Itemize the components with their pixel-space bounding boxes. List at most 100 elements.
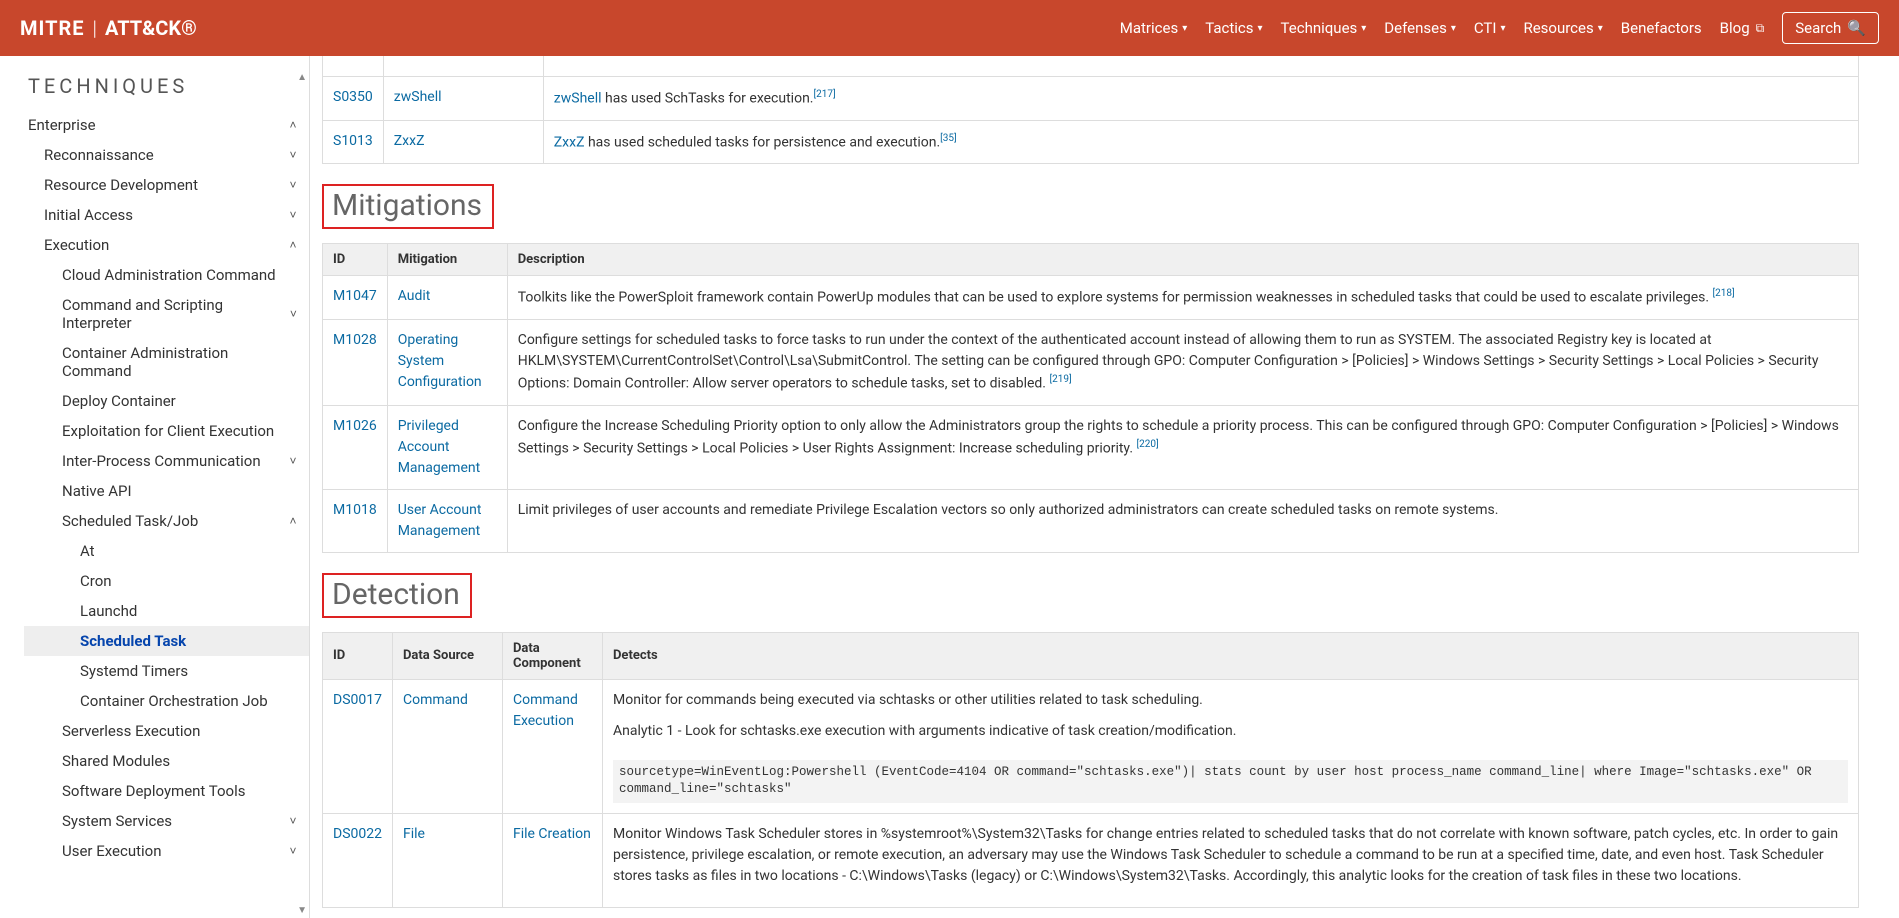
- ref-link[interactable]: [219]: [1049, 374, 1071, 385]
- col-source: Data Source: [392, 632, 502, 679]
- chevron-down-icon[interactable]: ˅: [286, 307, 301, 321]
- desc-text: Configure settings for scheduled tasks t…: [518, 332, 1819, 392]
- tree-item-initial-access[interactable]: Initial Access˅: [24, 200, 309, 230]
- tree-label: Cloud Administration Command: [62, 266, 276, 284]
- tree-item-execution[interactable]: Execution˄: [24, 230, 309, 260]
- tree-item-cron[interactable]: Cron: [24, 566, 309, 596]
- tree-label: Reconnaissance: [44, 146, 154, 164]
- chevron-down-icon: ▾: [1598, 23, 1603, 34]
- table-row: DS0022 File File Creation Monitor Windows T…: [323, 813, 1859, 907]
- nav-techniques[interactable]: Techniques▾: [1281, 19, 1367, 37]
- nav-defenses[interactable]: Defenses▾: [1384, 19, 1456, 37]
- logo[interactable]: MITRE | ATT&CK®: [20, 16, 197, 40]
- name-link[interactable]: User Account Management: [398, 502, 482, 539]
- tree-item-command-and-scripting-interpreter[interactable]: Command and Scripting Interpreter˅: [24, 290, 309, 338]
- tree-item-scheduled-task-job[interactable]: Scheduled Task/Job ˄: [24, 506, 309, 536]
- mitigations-heading: Mitigations: [322, 184, 1859, 229]
- scroll-up-icon[interactable]: ▲: [297, 72, 307, 83]
- tree-label: Scheduled Task: [80, 632, 186, 650]
- tree-item-user-execution[interactable]: User Execution˅: [24, 836, 309, 866]
- tree-label: Scheduled Task/Job: [62, 512, 198, 530]
- detect-p1: Monitor Windows Task Scheduler stores in…: [613, 824, 1848, 887]
- id-link[interactable]: M1018: [333, 502, 377, 518]
- col-component: Data Component: [502, 632, 602, 679]
- tree-label: Container Administration Command: [62, 344, 301, 380]
- ref-link[interactable]: [217]: [814, 89, 836, 100]
- tree-item-resource-development[interactable]: Resource Development ˅: [24, 170, 309, 200]
- name-link[interactable]: zwShell: [394, 89, 442, 105]
- chevron-up-icon[interactable]: ˄: [285, 118, 301, 132]
- id-link[interactable]: DS0017: [333, 692, 382, 708]
- tree-item-cloud-administration-command[interactable]: Cloud Administration Command: [24, 260, 309, 290]
- detect-p2: Analytic 1 - Look for schtasks.exe execu…: [613, 721, 1848, 742]
- name-link[interactable]: ZxxZ: [394, 133, 425, 149]
- tree-item-native-api[interactable]: Native API: [24, 476, 309, 506]
- name-link[interactable]: Privileged Account Management: [398, 418, 480, 476]
- tree-item-launchd[interactable]: Launchd: [24, 596, 309, 626]
- source-link[interactable]: Command: [403, 692, 468, 708]
- tree-item-shared-modules[interactable]: Shared Modules: [24, 746, 309, 776]
- tree-label: Container Orchestration Job: [80, 692, 268, 710]
- tree-item-at[interactable]: At: [24, 536, 309, 566]
- chevron-down-icon: ▾: [1500, 23, 1505, 34]
- id-link[interactable]: M1028: [333, 332, 377, 348]
- tree-item-scheduled-task[interactable]: Scheduled Task: [24, 626, 309, 656]
- id-link[interactable]: M1026: [333, 418, 377, 434]
- scroll-down-icon[interactable]: ▼: [297, 905, 307, 916]
- tree-item-inter-process-communication[interactable]: Inter-Process Communication˅: [24, 446, 309, 476]
- tree-item-system-services[interactable]: System Services˅: [24, 806, 309, 836]
- desc-text: Toolkits like the PowerSploit framework …: [518, 290, 1713, 306]
- desc-link[interactable]: zwShell: [554, 91, 602, 107]
- name-link[interactable]: Operating System Configuration: [398, 332, 482, 390]
- tree-item-software-deployment-tools[interactable]: Software Deployment Tools: [24, 776, 309, 806]
- tree-label: Launchd: [80, 602, 137, 620]
- tree-item-enterprise[interactable]: Enterprise˄: [24, 110, 309, 140]
- main-nav: Matrices▾ Tactics▾ Techniques▾ Defenses▾ CTI…: [1120, 12, 1879, 44]
- chevron-down-icon[interactable]: ˅: [285, 844, 301, 858]
- code-block: sourcetype=WinEventLog:Powershell (Event…: [613, 760, 1848, 803]
- nav-blog[interactable]: Blog⧉: [1720, 19, 1765, 37]
- tree-item-container-administration-command[interactable]: Container Administration Command: [24, 338, 309, 386]
- desc-text: has used SchTasks for execution.: [602, 91, 814, 107]
- chevron-down-icon: ▾: [1361, 23, 1366, 34]
- tree-item-exploitation-for-client-execution[interactable]: Exploitation for Client Execution: [24, 416, 309, 446]
- id-link[interactable]: S1013: [333, 133, 373, 149]
- detection-heading: Detection: [322, 573, 1859, 618]
- chevron-up-icon[interactable]: ˄: [285, 514, 301, 528]
- tree-label: Shared Modules: [62, 752, 170, 770]
- tree-label: Cron: [80, 572, 112, 590]
- component-link[interactable]: Command Execution: [513, 692, 578, 729]
- id-link[interactable]: S0350: [333, 89, 373, 105]
- col-id: ID: [323, 244, 388, 276]
- chevron-down-icon[interactable]: ˅: [285, 148, 301, 162]
- chevron-up-icon[interactable]: ˄: [285, 238, 301, 252]
- search-button[interactable]: Search🔍: [1782, 12, 1879, 44]
- component-link[interactable]: File Creation: [513, 826, 591, 842]
- tree-label: Systemd Timers: [80, 662, 188, 680]
- ref-link[interactable]: [218]: [1713, 288, 1735, 299]
- nav-tactics[interactable]: Tactics▾: [1205, 19, 1262, 37]
- nav-cti[interactable]: CTI▾: [1474, 19, 1506, 37]
- nav-matrices[interactable]: Matrices▾: [1120, 19, 1187, 37]
- nav-resources[interactable]: Resources▾: [1523, 19, 1602, 37]
- desc-text: Configure the Increase Scheduling Priori…: [518, 418, 1839, 457]
- chevron-down-icon[interactable]: ˅: [285, 454, 301, 468]
- tree-item-reconnaissance[interactable]: Reconnaissance ˅: [24, 140, 309, 170]
- desc-link[interactable]: ZxxZ: [554, 134, 585, 150]
- source-link[interactable]: File: [403, 826, 425, 842]
- ref-link[interactable]: [35]: [940, 133, 957, 144]
- id-link[interactable]: M1047: [333, 288, 377, 304]
- table-row: DS0017CommandCommand ExecutionMonitor fo…: [323, 679, 1859, 813]
- name-link[interactable]: Audit: [398, 288, 431, 304]
- tree-item-serverless-execution[interactable]: Serverless Execution: [24, 716, 309, 746]
- ref-link[interactable]: [220]: [1137, 439, 1159, 450]
- chevron-down-icon[interactable]: ˅: [285, 814, 301, 828]
- chevron-down-icon[interactable]: ˅: [285, 208, 301, 222]
- tree-item-container-orchestration-job[interactable]: Container Orchestration Job: [24, 686, 309, 716]
- tree-label: Resource Development: [44, 176, 198, 194]
- tree-item-systemd-timers[interactable]: Systemd Timers: [24, 656, 309, 686]
- id-link[interactable]: DS0022: [333, 826, 382, 842]
- tree-item-deploy-container[interactable]: Deploy Container: [24, 386, 309, 416]
- nav-benefactors[interactable]: Benefactors: [1621, 19, 1702, 37]
- chevron-down-icon[interactable]: ˅: [285, 178, 301, 192]
